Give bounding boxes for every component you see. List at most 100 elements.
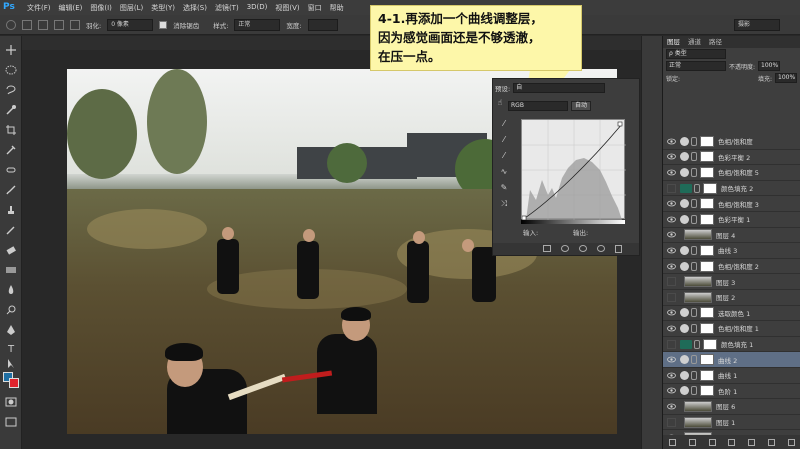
menu-item[interactable]: 图像(I) <box>86 3 116 13</box>
menu-item[interactable]: 窗口 <box>304 3 326 13</box>
crop-tool-icon[interactable] <box>5 124 17 136</box>
pen-tool-icon[interactable] <box>5 324 17 336</box>
mask-link-icon[interactable] <box>691 386 697 396</box>
delete-layer-icon[interactable] <box>787 438 795 446</box>
layer-mask-thumbnail[interactable] <box>700 385 714 397</box>
black-point-eyedropper-icon[interactable]: ⁄ <box>499 119 509 129</box>
visibility-eye-icon[interactable] <box>667 277 676 286</box>
layer-mask-thumbnail[interactable] <box>700 244 714 256</box>
screen-mode-icon[interactable] <box>5 416 17 428</box>
layer-row[interactable]: 颜色填充 2 <box>663 181 800 197</box>
layer-mask-thumbnail[interactable] <box>700 151 714 163</box>
visibility-eye-icon[interactable] <box>667 371 676 380</box>
layer-row[interactable]: 图层 4 <box>663 228 800 244</box>
visibility-eye-icon[interactable] <box>667 183 676 193</box>
layer-row[interactable]: 图层 1 <box>663 415 800 431</box>
visibility-eye-icon[interactable] <box>667 308 676 317</box>
healing-brush-tool-icon[interactable] <box>5 164 17 176</box>
layer-row[interactable]: 曲线 1 <box>663 368 800 384</box>
visibility-eye-icon[interactable] <box>667 417 676 427</box>
layer-row[interactable]: 色阶 1 <box>663 384 800 400</box>
mask-link-icon[interactable] <box>691 308 697 318</box>
mask-link-icon[interactable] <box>691 323 697 333</box>
new-group-icon[interactable] <box>748 438 756 446</box>
layers-tab[interactable]: 图层 <box>667 36 680 48</box>
layer-mask-thumbnail[interactable] <box>700 213 714 225</box>
layer-mask-thumbnail[interactable] <box>703 338 717 350</box>
intersect-selection-icon[interactable] <box>70 19 80 30</box>
layer-filter-select[interactable]: ρ 类型 <box>666 49 726 59</box>
auto-button[interactable]: 自动 <box>571 101 592 111</box>
history-brush-tool-icon[interactable] <box>5 224 17 236</box>
marquee-tool-icon[interactable] <box>5 64 17 76</box>
menu-item[interactable]: 滤镜(T) <box>211 3 243 13</box>
new-adjustment-icon[interactable] <box>728 438 736 446</box>
antialias-checkbox[interactable] <box>159 20 168 29</box>
layer-mask-thumbnail[interactable] <box>700 322 714 334</box>
dodge-tool-icon[interactable] <box>5 304 17 316</box>
on-image-adjust-icon[interactable]: ☝ <box>495 98 505 108</box>
channel-select[interactable]: RGB <box>508 101 568 111</box>
mask-link-icon[interactable] <box>691 370 697 380</box>
layer-row[interactable]: 图层 2 <box>663 290 800 306</box>
visibility-eye-icon[interactable] <box>667 339 676 349</box>
link-layers-icon[interactable] <box>669 438 677 446</box>
visibility-eye-icon[interactable] <box>667 262 676 271</box>
view-previous-icon[interactable] <box>561 245 569 252</box>
gradient-tool-icon[interactable] <box>5 264 17 276</box>
curves-graph[interactable] <box>521 119 626 221</box>
mask-link-icon[interactable] <box>694 183 700 193</box>
pencil-icon[interactable]: ✎ <box>499 183 509 193</box>
layer-style-icon[interactable] <box>689 438 697 446</box>
mask-link-icon[interactable] <box>691 152 697 162</box>
visibility-eye-icon[interactable] <box>667 230 676 239</box>
layer-row[interactable]: 颜色填充 1 <box>663 337 800 353</box>
layer-row[interactable]: 选取颜色 1 <box>663 306 800 322</box>
mask-link-icon[interactable] <box>691 245 697 255</box>
width-input[interactable] <box>307 18 338 31</box>
layer-mask-thumbnail[interactable] <box>700 166 714 178</box>
layer-row[interactable]: 色相/饱和度 1 <box>663 321 800 337</box>
quick-select-tool-icon[interactable] <box>5 104 17 116</box>
feather-input[interactable]: 0 像素 <box>107 18 154 31</box>
marquee-tool-icon[interactable] <box>6 19 16 30</box>
visibility-eye-icon[interactable] <box>667 215 676 224</box>
opacity-input[interactable]: 100% <box>758 61 781 71</box>
menu-item[interactable]: 帮助 <box>326 3 348 13</box>
visibility-eye-icon[interactable] <box>667 292 676 302</box>
mask-link-icon[interactable] <box>691 355 697 365</box>
layer-row[interactable]: 色相/饱和度 5 <box>663 165 800 181</box>
eyedropper-tool-icon[interactable] <box>5 144 17 156</box>
menu-item[interactable]: 3D(D) <box>243 3 272 13</box>
add-mask-icon[interactable] <box>708 438 716 446</box>
layer-mask-thumbnail[interactable] <box>703 182 717 194</box>
clone-stamp-tool-icon[interactable] <box>5 204 17 216</box>
blend-mode-select[interactable]: 正常 <box>666 61 726 71</box>
mask-link-icon[interactable] <box>691 199 697 209</box>
layer-row[interactable]: 曲线 3 <box>663 243 800 259</box>
visibility-eye-icon[interactable] <box>667 199 676 208</box>
menu-item[interactable]: 编辑(E) <box>55 3 87 13</box>
move-tool-icon[interactable] <box>5 44 17 56</box>
visibility-eye-icon[interactable] <box>667 355 676 364</box>
mask-link-icon[interactable] <box>691 261 697 271</box>
blur-tool-icon[interactable] <box>5 284 17 296</box>
mask-link-icon[interactable] <box>694 339 700 349</box>
trash-icon[interactable] <box>615 245 622 253</box>
menu-item[interactable]: 图层(L) <box>116 3 147 13</box>
layer-row[interactable]: 色彩平衡 2 <box>663 150 800 166</box>
path-select-tool-icon[interactable] <box>5 358 17 370</box>
layer-row[interactable]: 曲线 2 <box>663 352 800 368</box>
reset-icon[interactable] <box>579 245 587 252</box>
style-select[interactable]: 正常 <box>234 18 281 31</box>
new-selection-icon[interactable] <box>22 19 32 30</box>
layer-row[interactable]: 色彩平衡 1 <box>663 212 800 228</box>
mask-link-icon[interactable] <box>691 136 697 146</box>
type-tool-icon[interactable]: T <box>5 344 17 356</box>
layer-mask-thumbnail[interactable] <box>700 135 714 147</box>
brush-tool-icon[interactable] <box>5 184 17 196</box>
layers-tab[interactable]: 路径 <box>709 36 722 48</box>
layer-mask-thumbnail[interactable] <box>700 260 714 272</box>
layer-row[interactable]: 色相/饱和度 3 <box>663 196 800 212</box>
visibility-icon[interactable] <box>597 245 605 252</box>
